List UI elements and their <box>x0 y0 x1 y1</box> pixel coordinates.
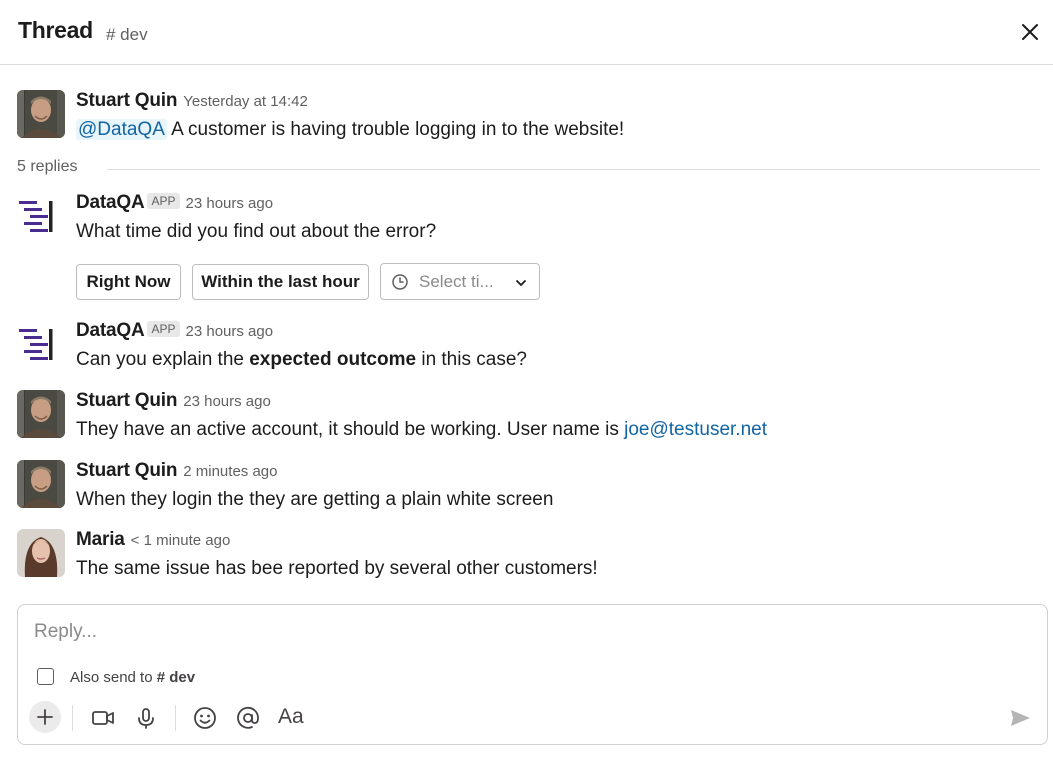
timestamp[interactable]: 2 minutes ago <box>183 463 277 480</box>
message-text-part: in this case? <box>416 349 527 370</box>
reply-composer: Also send to # dev Aa <box>17 604 1048 745</box>
toolbar-divider <box>72 705 73 731</box>
app-badge: APP <box>147 193 180 209</box>
reply-message: DataQA APP 23 hours ago Can you explain th… <box>17 320 1037 370</box>
author-name[interactable]: Stuart Quin <box>76 90 177 111</box>
reply-message: Stuart Quin 23 hours ago They have an act… <box>17 390 1037 440</box>
email-link[interactable]: joe@testuser.net <box>624 419 767 440</box>
dataqa-logo[interactable] <box>17 320 65 368</box>
close-button[interactable] <box>1016 18 1044 46</box>
divider <box>107 169 1040 170</box>
mention-button[interactable] <box>232 702 264 734</box>
toolbar-divider <box>175 705 176 731</box>
emoji-button[interactable] <box>189 702 221 734</box>
dataqa-logo[interactable] <box>17 192 65 240</box>
formatting-button[interactable]: Aa <box>278 705 304 729</box>
app-badge: APP <box>147 321 180 337</box>
also-send-channel: # dev <box>156 669 196 686</box>
send-icon <box>1011 710 1030 726</box>
select-placeholder: Select ti... <box>419 272 494 291</box>
right-now-button[interactable]: Right Now <box>76 264 181 300</box>
message-text-part: Can you explain the <box>76 349 250 370</box>
message-text: @DataQA A customer is having trouble log… <box>76 119 624 141</box>
plus-icon <box>37 709 53 725</box>
message-text-bold: expected outcome <box>249 349 417 370</box>
reply-message: DataQA APP 23 hours ago What time did you … <box>17 192 1037 242</box>
at-mention-icon <box>237 706 259 729</box>
microphone-icon <box>138 708 154 729</box>
message-text-part: They have an active account, it should b… <box>76 419 625 440</box>
timestamp[interactable]: < 1 minute ago <box>131 532 231 549</box>
message-text: They have an active account, it should b… <box>76 419 767 441</box>
reply-input[interactable] <box>34 619 1024 645</box>
also-send-checkbox[interactable] <box>37 668 54 685</box>
replies-divider: 5 replies <box>17 158 1040 180</box>
clock-icon <box>392 274 408 290</box>
timestamp[interactable]: 23 hours ago <box>183 393 271 410</box>
timestamp[interactable]: Yesterday at 14:42 <box>183 93 308 110</box>
avatar[interactable] <box>17 390 65 438</box>
close-icon <box>1022 24 1038 40</box>
author-name[interactable]: DataQA <box>76 192 145 213</box>
reply-message: Maria < 1 minute ago The same issue has b… <box>17 529 1037 579</box>
author-name[interactable]: Stuart Quin <box>76 460 177 481</box>
time-select[interactable]: Select ti... <box>380 263 540 300</box>
reply-message: Stuart Quin 2 minutes ago When they login… <box>17 460 1037 510</box>
timestamp[interactable]: 23 hours ago <box>186 195 274 212</box>
video-button[interactable] <box>87 702 119 734</box>
within-last-hour-button[interactable]: Within the last hour <box>192 264 369 300</box>
video-icon <box>92 711 114 725</box>
avatar[interactable] <box>17 90 65 138</box>
thread-header: Thread # dev <box>0 0 1053 65</box>
author-name[interactable]: Maria <box>76 529 125 550</box>
author-name[interactable]: Stuart Quin <box>76 390 177 411</box>
avatar[interactable] <box>17 529 65 577</box>
audio-button[interactable] <box>130 702 162 734</box>
also-send-prefix: Also send to <box>70 669 157 686</box>
chevron-down-icon <box>516 280 526 286</box>
channel-name[interactable]: # dev <box>106 25 148 45</box>
timestamp[interactable]: 23 hours ago <box>186 323 274 340</box>
thread-title: Thread <box>18 17 93 43</box>
message-text: When they login the they are getting a p… <box>76 489 554 510</box>
attach-button[interactable] <box>29 701 61 733</box>
send-button[interactable] <box>1004 702 1036 734</box>
also-send-label: Also send to # dev <box>70 669 195 686</box>
message-body: A customer is having trouble logging in … <box>166 119 625 140</box>
parent-message: Stuart Quin Yesterday at 14:42 @DataQA A … <box>17 90 1037 140</box>
message-text: The same issue has bee reported by sever… <box>76 558 598 579</box>
message-text: Can you explain the expected outcome in … <box>76 349 527 371</box>
message-text: What time did you find out about the err… <box>76 221 437 242</box>
mention-link[interactable]: @DataQA <box>76 119 167 140</box>
replies-count: 5 replies <box>17 158 86 176</box>
emoji-icon <box>194 707 216 729</box>
avatar[interactable] <box>17 460 65 508</box>
author-name[interactable]: DataQA <box>76 320 145 341</box>
